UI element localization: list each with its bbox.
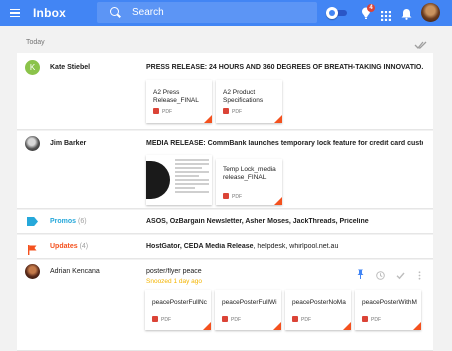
section-header-today: Today xyxy=(26,39,45,46)
avatar: K xyxy=(25,60,40,75)
attachment-name: Temp Lock_media release_FINAL xyxy=(223,166,276,181)
message-row[interactable]: Jim Barker MEDIA RELEASE: CommBank launc… xyxy=(17,131,433,209)
bundle-name: Promos xyxy=(50,218,77,225)
bell-icon[interactable] xyxy=(401,7,412,20)
search-icon xyxy=(110,7,119,16)
page-corner xyxy=(203,322,211,330)
search-placeholder: Search xyxy=(132,7,164,18)
attachment-name: peacePosterNoMa xyxy=(292,299,346,306)
message-subject: poster/flyer peace xyxy=(146,268,202,275)
bundle-summary-rest: , helpdesk, whirlpool.net.au xyxy=(253,243,339,250)
inbox-list: Today K Kate Stiebel PRESS RELEASE: 24 H… xyxy=(17,26,433,351)
file-type: PDF xyxy=(162,109,172,115)
file-type: PDF xyxy=(301,317,311,323)
pdf-icon xyxy=(152,316,158,322)
check-icon[interactable] xyxy=(396,267,405,280)
message-subject: PRESS RELEASE: 24 HOURS AND 360 DEGREES … xyxy=(146,64,423,71)
page-corner xyxy=(274,197,282,205)
pdf-icon xyxy=(292,316,298,322)
bundle-label: Promos (6) xyxy=(50,218,87,225)
message-row[interactable]: Adrian Kencana poster/flyer peace Snooze… xyxy=(17,260,433,351)
attachment-name: A2 Press Release_FINAL xyxy=(153,89,199,104)
page-corner xyxy=(273,322,281,330)
avatar xyxy=(25,136,40,151)
toggle-switch[interactable] xyxy=(326,7,348,19)
page-corner xyxy=(413,322,421,330)
snoozed-status: Snoozed 1 day ago xyxy=(146,278,203,285)
profile-avatar[interactable] xyxy=(421,3,440,22)
avatar xyxy=(25,264,40,279)
bundle-summary-bold: HostGator, CEDA Media Release xyxy=(146,243,254,250)
apps-icon[interactable] xyxy=(381,8,391,21)
app-title: Inbox xyxy=(33,6,66,20)
app-header: Inbox Search 4 xyxy=(0,0,452,26)
file-type: PDF xyxy=(232,109,242,115)
attachment-card[interactable]: peacePosterFullWi PDF xyxy=(215,290,281,330)
sender-name: Adrian Kencana xyxy=(50,268,100,275)
attachment-card[interactable]: peacePosterWithM PDF xyxy=(355,290,421,330)
bundle-label: Updates (4) xyxy=(50,243,88,250)
clock-icon[interactable] xyxy=(376,267,385,280)
file-type: PDF xyxy=(371,317,381,323)
pdf-icon xyxy=(153,108,159,114)
file-type: PDF xyxy=(232,194,242,200)
message-row[interactable]: K Kate Stiebel PRESS RELEASE: 24 HOURS A… xyxy=(17,53,433,130)
bundle-count: (6) xyxy=(78,218,87,225)
attachment-card[interactable]: Temp Lock_media release_FINAL PDF xyxy=(216,159,282,205)
done-all-icon[interactable] xyxy=(414,37,428,49)
sender-name: Jim Barker xyxy=(50,140,87,147)
toggle-knob xyxy=(326,7,338,19)
tag-icon xyxy=(27,217,38,226)
bundle-summary: HostGator, CEDA Media Release, helpdesk,… xyxy=(146,243,423,250)
preview-text-lines xyxy=(175,159,209,195)
bundle-name: Updates xyxy=(50,243,78,250)
pdf-icon xyxy=(223,193,229,199)
preview-graphic xyxy=(146,161,170,199)
pdf-icon xyxy=(362,316,368,322)
attachment-preview-image[interactable] xyxy=(146,155,212,205)
attachment-card[interactable]: A2 Product Specifications PDF xyxy=(216,80,282,123)
pdf-icon xyxy=(222,316,228,322)
file-type: PDF xyxy=(231,317,241,323)
pdf-icon xyxy=(223,108,229,114)
page-corner xyxy=(204,115,212,123)
sender-name: Kate Stiebel xyxy=(50,64,91,71)
bundle-row-promos[interactable]: Promos (6) ASOS, OzBargain Newsletter, A… xyxy=(17,210,433,234)
message-subject: MEDIA RELEASE: CommBank launches tempora… xyxy=(146,140,423,147)
page-corner xyxy=(274,115,282,123)
attachment-name: peacePosterWithM xyxy=(362,299,417,306)
attachment-card[interactable]: A2 Press Release_FINAL PDF xyxy=(146,80,212,123)
bundle-summary: ASOS, OzBargain Newsletter, Asher Moses,… xyxy=(146,218,369,225)
search-input[interactable]: Search xyxy=(97,2,317,23)
attachment-name: peacePosterFullWi xyxy=(222,299,277,306)
attachment-name: peacePosterFullNc xyxy=(152,299,207,306)
attachment-name: A2 Product Specifications xyxy=(223,89,264,104)
page-corner xyxy=(343,322,351,330)
more-icon[interactable] xyxy=(415,267,424,280)
attachment-card[interactable]: peacePosterFullNc PDF xyxy=(145,290,211,330)
attachment-card[interactable]: peacePosterNoMa PDF xyxy=(285,290,351,330)
menu-icon[interactable] xyxy=(10,9,20,17)
file-type: PDF xyxy=(161,317,171,323)
bundle-count: (4) xyxy=(79,243,89,250)
bundle-row-updates[interactable]: Updates (4) HostGator, CEDA Media Releas… xyxy=(17,235,433,259)
notification-badge: 4 xyxy=(367,4,375,12)
flag-icon xyxy=(28,242,37,255)
pin-icon[interactable] xyxy=(357,266,364,279)
